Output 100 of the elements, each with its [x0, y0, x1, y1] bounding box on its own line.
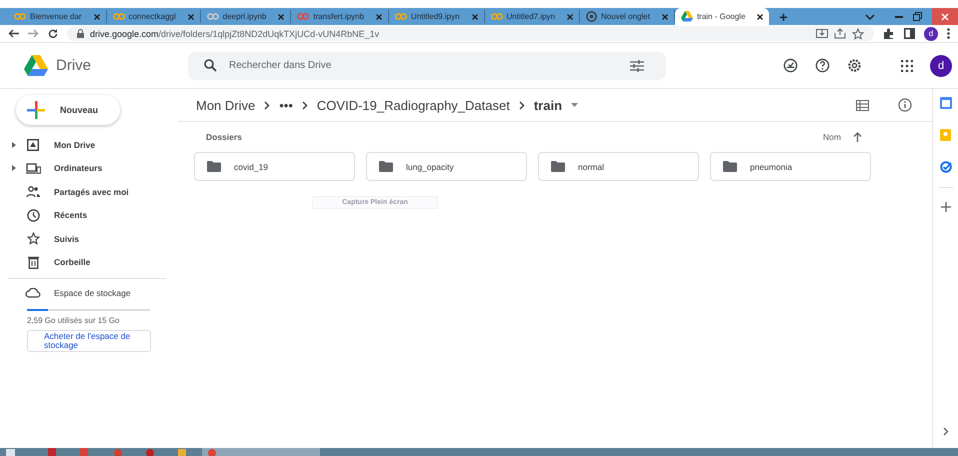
app-name: Drive — [56, 57, 92, 74]
minimize-icon[interactable] — [895, 16, 903, 18]
sidebar-item[interactable]: Ordinateurs — [8, 156, 178, 180]
folder-card[interactable]: lung_opacity — [366, 152, 527, 181]
search-icon — [204, 59, 217, 72]
tab-title: Bienvenue dar — [30, 12, 82, 21]
sidebar-item[interactable]: Mon Drive — [8, 133, 178, 156]
plus-icon — [26, 100, 46, 120]
plus-icon[interactable] — [940, 202, 950, 212]
trash-icon — [28, 256, 38, 269]
chevron-right-icon[interactable] — [942, 427, 948, 436]
account-avatar[interactable]: d — [930, 54, 952, 76]
calendar-icon[interactable] — [940, 97, 952, 109]
more-icon[interactable] — [947, 28, 950, 39]
loop-icon — [297, 13, 310, 20]
loop-icon — [395, 13, 408, 20]
star-icon — [26, 232, 40, 246]
sidebar-item[interactable]: Partagés avec moi — [8, 180, 178, 204]
tab-title: Nouvel onglet — [601, 12, 650, 21]
loop-icon — [206, 13, 219, 20]
clock-icon — [26, 208, 40, 222]
folder-card[interactable]: normal — [538, 152, 699, 181]
search-field[interactable]: Rechercher dans Drive — [227, 59, 620, 72]
loop-icon — [14, 13, 26, 20]
settings-icon[interactable] — [847, 58, 862, 73]
search-bar[interactable]: Rechercher dans Drive — [188, 52, 666, 80]
browser-tab[interactable]: Bienvenue dar — [8, 10, 107, 23]
sidebar-item[interactable]: Suivis — [8, 227, 178, 250]
buy-storage-button[interactable]: Acheter de l'espace de stockage — [27, 330, 151, 352]
sidebar-item[interactable]: Récents — [8, 204, 178, 227]
browser-tab[interactable]: deeprl.ipynb — [200, 10, 292, 23]
apps-grid-icon[interactable] — [901, 60, 913, 72]
browser-tab[interactable]: Nouvel onglet — [580, 10, 675, 23]
breadcrumb-item[interactable]: ••• — [279, 98, 293, 112]
chevron-down-icon[interactable] — [865, 14, 875, 20]
expand-arrow-icon[interactable] — [12, 165, 16, 172]
breadcrumb-item[interactable]: COVID-19_Radiography_Dataset — [316, 98, 510, 112]
close-icon[interactable] — [757, 14, 764, 20]
check-circle-icon[interactable] — [940, 161, 952, 173]
star-icon[interactable] — [852, 28, 864, 40]
forward-arrow-icon[interactable] — [28, 29, 39, 38]
close-icon — [941, 12, 949, 20]
share-icon[interactable] — [834, 28, 846, 39]
browser-tab[interactable]: Untitled7.ipyn — [484, 10, 580, 23]
folder-card[interactable]: pneumonia — [710, 152, 871, 181]
sidebar-item[interactable]: Corbeille — [8, 250, 178, 274]
storage-item[interactable]: Espace de stockage — [8, 281, 178, 304]
folder-icon — [379, 161, 393, 172]
browser-tab[interactable]: connectkaggl — [106, 10, 201, 23]
cloud-icon — [25, 288, 41, 298]
folder-card[interactable]: covid_19 — [194, 152, 355, 181]
close-window-button[interactable] — [932, 8, 958, 25]
folder-icon — [207, 161, 221, 172]
browser-tab[interactable]: transfert.ipynb — [291, 10, 390, 23]
people-icon — [26, 186, 40, 198]
install-icon[interactable] — [816, 28, 828, 39]
back-arrow-icon[interactable] — [8, 29, 19, 38]
storage-usage: 2,59 Go utilisés sur 15 Go — [27, 316, 120, 324]
side-panel-icon[interactable] — [904, 28, 915, 39]
offline-check-icon[interactable] — [783, 58, 798, 73]
restore-icon[interactable] — [913, 12, 922, 21]
tab-title: Untitled9.ipyn — [411, 12, 460, 21]
expand-arrow-icon[interactable] — [12, 142, 16, 148]
dropdown-arrow-icon[interactable] — [571, 103, 578, 107]
drive-logo-icon — [680, 11, 693, 22]
chevron-right-icon — [518, 100, 525, 110]
address-bar[interactable]: drive.google.com/drive/folders/1qlpjZt8ND2dUqkTXjUCd-vUN4RbNE_1v — [67, 26, 874, 41]
new-button[interactable]: Nouveau — [16, 95, 120, 125]
chevron-right-icon — [264, 100, 270, 110]
loop-icon — [112, 13, 125, 20]
filter-sliders-icon[interactable] — [630, 60, 644, 72]
puzzle-icon[interactable] — [883, 28, 895, 40]
tab-title: train - Google — [696, 12, 746, 21]
browser-tab[interactable]: train - Google — [674, 8, 770, 25]
url-text: drive.google.com/drive/folders/1qlpjZt8ND2dUqkTXjUCd-vUN4RbNE_1v — [90, 28, 380, 38]
computer-icon — [26, 162, 40, 174]
drive-folder-icon — [27, 138, 39, 151]
folder-icon — [551, 161, 565, 172]
drive-logo-icon[interactable] — [24, 54, 48, 76]
globe-icon — [586, 11, 598, 22]
reload-icon[interactable] — [48, 28, 58, 38]
section-heading: Dossiers — [206, 132, 242, 142]
breadcrumb-item[interactable]: train — [534, 98, 562, 112]
tab-title: transfert.ipynb — [313, 12, 364, 21]
arrow-up-icon[interactable] — [853, 132, 862, 142]
tab-title: Untitled7.ipyn — [506, 12, 556, 21]
lock-icon — [77, 29, 84, 38]
sort-button[interactable]: Nom — [823, 132, 841, 142]
browser-tab[interactable]: Untitled9.ipyn — [389, 10, 485, 23]
new-tab-button[interactable]: + — [779, 8, 788, 24]
tab-title: connectkaggl — [128, 12, 176, 21]
chevron-right-icon — [302, 100, 308, 110]
tab-title: deeprl.ipynb — [222, 12, 266, 21]
loop-icon — [490, 13, 503, 20]
breadcrumb-item[interactable]: Mon Drive — [196, 98, 256, 112]
help-icon[interactable] — [815, 58, 830, 73]
profile-avatar[interactable]: d — [924, 26, 938, 40]
info-icon[interactable] — [898, 98, 912, 112]
folder-icon — [723, 161, 737, 172]
list-view-icon[interactable] — [856, 100, 869, 110]
